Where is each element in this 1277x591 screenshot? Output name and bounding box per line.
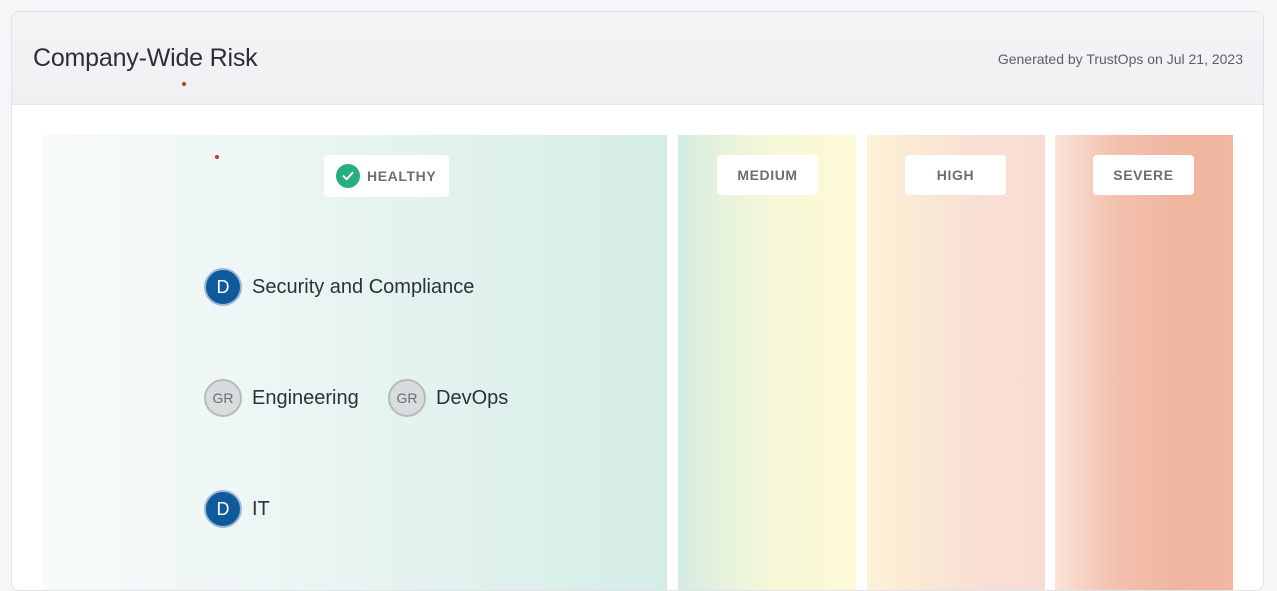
- column-healthy: HEALTHY D Security and Compliance GR Eng…: [43, 135, 667, 590]
- team-item-it[interactable]: D IT: [204, 490, 270, 528]
- card-header: Company-Wide Risk Generated by TrustOps …: [12, 12, 1263, 105]
- column-medium: MEDIUM: [678, 135, 856, 590]
- healthy-badge: HEALTHY: [324, 155, 449, 197]
- page-title: Company-Wide Risk: [33, 44, 258, 72]
- medium-badge: MEDIUM: [717, 155, 818, 195]
- severe-badge: SEVERE: [1093, 155, 1194, 195]
- avatar: D: [204, 490, 242, 528]
- column-severe: SEVERE: [1055, 135, 1233, 590]
- red-dot-marker: [182, 82, 186, 86]
- column-high: HIGH: [867, 135, 1045, 590]
- team-item-devops[interactable]: GR DevOps: [388, 379, 508, 417]
- healthy-label: HEALTHY: [367, 168, 437, 184]
- team-item-engineering[interactable]: GR Engineering: [204, 379, 359, 417]
- check-circle-icon: [336, 164, 360, 188]
- generated-info: Generated by TrustOps on Jul 21, 2023: [997, 51, 1243, 67]
- avatar: GR: [204, 379, 242, 417]
- team-item-security-and-compliance[interactable]: D Security and Compliance: [204, 268, 474, 306]
- risk-card: Company-Wide Risk Generated by TrustOps …: [11, 11, 1264, 591]
- team-label: Security and Compliance: [252, 275, 475, 298]
- team-label: Engineering: [252, 386, 359, 409]
- high-badge: HIGH: [905, 155, 1006, 195]
- team-label: IT: [252, 497, 270, 520]
- red-dot-marker: [215, 155, 219, 159]
- avatar: D: [204, 268, 242, 306]
- avatar: GR: [388, 379, 426, 417]
- team-label: DevOps: [436, 386, 509, 409]
